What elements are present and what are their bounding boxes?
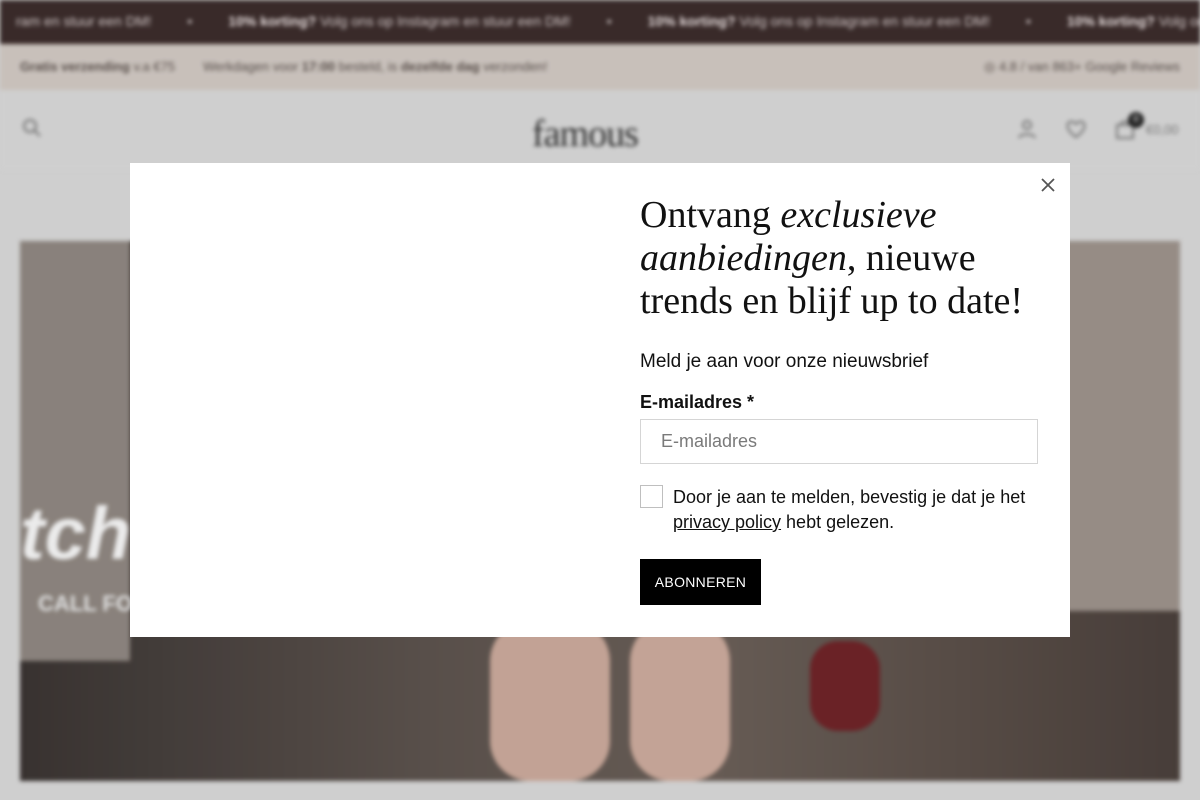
subscribe-button[interactable]: ABONNEREN: [640, 559, 761, 605]
modal-headline: Ontvang exclusieve aanbiedingen, nieuwe …: [640, 194, 1050, 323]
privacy-policy-link[interactable]: privacy policy: [673, 512, 781, 532]
email-label: E-mailadres *: [640, 392, 755, 412]
consent-post: hebt gelezen.: [781, 512, 895, 532]
close-icon[interactable]: [1038, 175, 1058, 195]
email-field[interactable]: [640, 419, 1038, 464]
consent-checkbox[interactable]: [640, 485, 663, 508]
consent-text: Door je aan te melden, bevestig je dat j…: [673, 485, 1043, 535]
consent-pre: Door je aan te melden, bevestig je dat j…: [673, 487, 1026, 507]
modal-subtitle: Meld je aan voor onze nieuwsbrief: [640, 351, 929, 372]
headline-part: Ontvang: [640, 194, 781, 236]
